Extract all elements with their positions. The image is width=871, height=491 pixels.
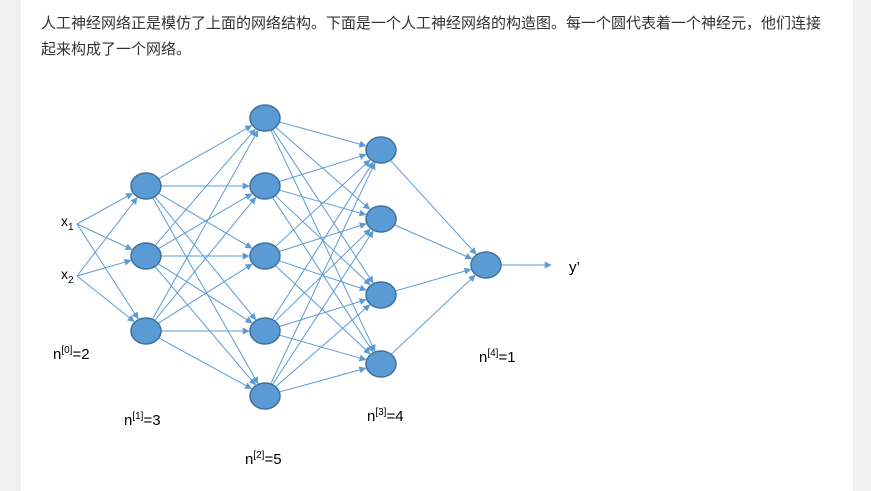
edge-l1-0-to-l2-0 xyxy=(158,125,253,180)
neuron-l2-2 xyxy=(249,172,281,200)
edge-input-1-to-l1-1 xyxy=(76,258,132,277)
neural-network-diagram: x1 x2 y’ n[0]=2 n[1]=3 n[2]=5 n[3]=4 n[4… xyxy=(21,0,853,491)
neuron-l3-4 xyxy=(365,350,397,378)
page: 人工神经网络正是模仿了上面的网络结构。下面是一个人工神经网络的构造图。每一个圆代… xyxy=(21,0,853,491)
edge-l3-0-to-l4-0 xyxy=(389,159,477,255)
edge-l2-0-to-l3-2 xyxy=(271,129,374,284)
neuron-l1-2 xyxy=(130,242,162,270)
neuron-l1-1 xyxy=(130,172,162,200)
output-label: y’ xyxy=(569,259,580,276)
neuron-l4-1 xyxy=(470,251,502,279)
layer-size-label-3: n[3]=4 xyxy=(367,407,404,425)
network-svg: x1 x2 y’ n[0]=2 n[1]=3 n[2]=5 n[3]=4 n[4… xyxy=(53,104,580,468)
edge-l1-1-to-l2-4 xyxy=(154,266,256,386)
edge-l2-4-to-l3-2 xyxy=(275,304,371,388)
layer-size-label-2: n[2]=5 xyxy=(245,450,282,468)
neuron-l2-4 xyxy=(249,317,281,345)
neuron-l3-2 xyxy=(365,205,397,233)
neuron-l1-3 xyxy=(130,317,162,345)
edge-l1-1-to-l2-0 xyxy=(154,128,256,246)
edge-l3-2-to-l4-0 xyxy=(395,267,472,292)
edge-l3-3-to-l4-0 xyxy=(390,274,476,355)
neuron-l3-3 xyxy=(365,281,397,309)
neuron-l2-5 xyxy=(249,382,281,410)
edge-input-0-to-l1-0 xyxy=(76,193,134,225)
edge-l2-4-to-l3-1 xyxy=(271,230,374,385)
input-label-x2: x2 xyxy=(61,266,74,286)
layer-size-label-0: n[0]=2 xyxy=(53,345,90,363)
edge-l2-4-to-l3-0 xyxy=(270,162,376,385)
layer-size-label-4: n[4]=1 xyxy=(479,348,516,366)
edge-l2-3-to-l3-2 xyxy=(278,298,367,328)
neuron-l3-1 xyxy=(365,136,397,164)
edge-l3-1-to-l4-0 xyxy=(394,224,473,260)
neuron-l2-3 xyxy=(249,242,281,270)
edge-input-1-to-l1-0 xyxy=(76,197,138,277)
input-label-x1: x1 xyxy=(61,213,74,233)
layer-size-label-1: n[1]=3 xyxy=(124,411,161,429)
neuron-l2-1 xyxy=(249,104,281,132)
